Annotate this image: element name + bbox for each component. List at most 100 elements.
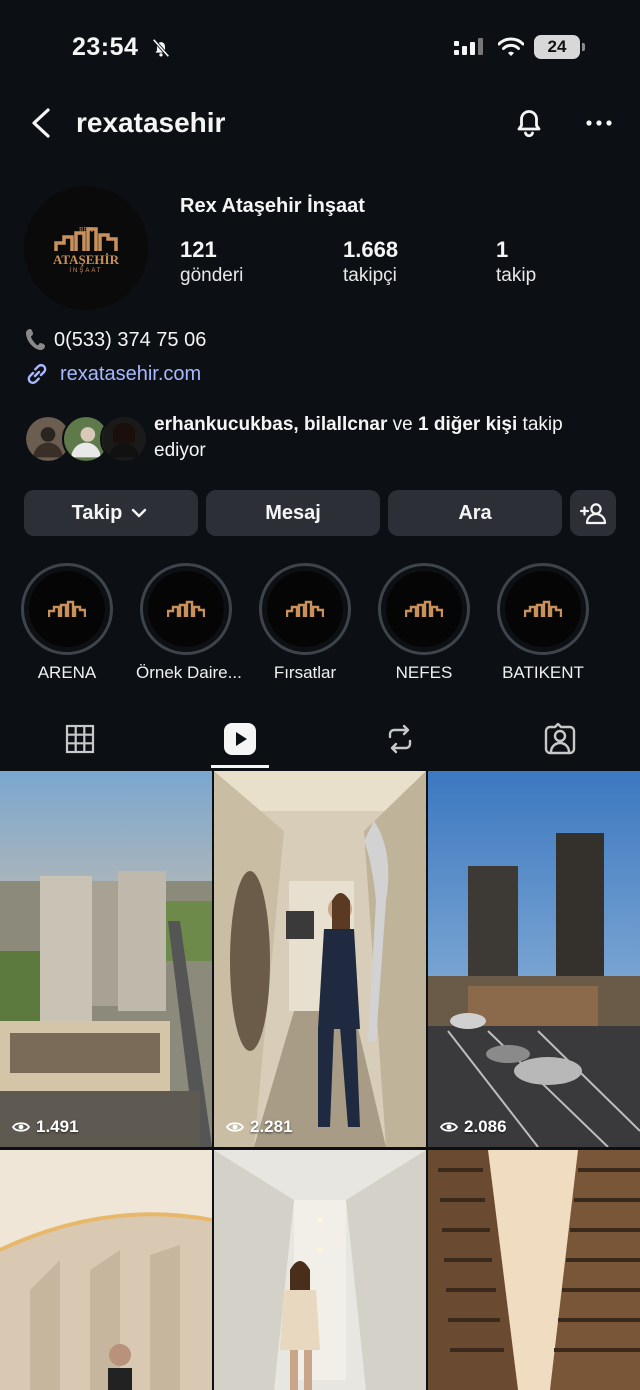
back-arrow-icon[interactable]	[24, 104, 58, 142]
reel-view-count: 1.491	[12, 1117, 79, 1137]
view-count-text: 1.491	[36, 1117, 79, 1136]
building-logo-icon	[405, 600, 443, 617]
highlight-ring	[378, 563, 470, 655]
profile-username: rexatasehir	[76, 107, 226, 138]
repost-icon	[388, 724, 412, 754]
tagged-person-icon	[544, 722, 576, 755]
view-count-text: 2.281	[250, 1117, 293, 1136]
highlight-ring	[21, 563, 113, 655]
thumbnail-towers-parking	[428, 771, 640, 1147]
bio-phone[interactable]: 0(533) 374 75 06	[24, 327, 206, 353]
highlight-label: NEFES	[395, 663, 453, 682]
follow-button[interactable]: Takip	[24, 490, 198, 536]
logo-sub-text: İNŞAAT	[69, 267, 103, 274]
tab-reposts[interactable]	[370, 716, 430, 762]
follower-avatar	[100, 415, 148, 463]
cellular-signal-icon	[454, 38, 483, 55]
suggested-people-button[interactable]	[570, 490, 616, 536]
stat-followers-value: 1.668	[343, 237, 399, 262]
battery-indicator: 24	[534, 35, 585, 59]
highlight-cover	[29, 571, 105, 647]
reel-view-count: 2.281	[226, 1117, 293, 1137]
reel-thumbnail[interactable]: 2.281	[214, 771, 426, 1147]
reel-thumbnail[interactable]: 2.086	[428, 771, 640, 1147]
thumbnail-towers-below	[428, 1150, 640, 1390]
view-eye-icon	[440, 1122, 458, 1132]
status-bar: 23:54 24	[0, 0, 640, 96]
tab-posts-grid[interactable]	[50, 716, 110, 762]
highlight-label: ARENA	[37, 663, 97, 682]
thumbnail-interior-hallway	[214, 771, 426, 1147]
grid-icon	[65, 724, 95, 754]
highlight-label: BATIKENT	[502, 663, 584, 682]
reels-icon	[224, 723, 256, 755]
highlight-label: Fırsatlar	[273, 663, 337, 682]
view-eye-icon	[226, 1122, 244, 1132]
link-icon	[27, 363, 47, 385]
silent-mode-icon	[152, 38, 170, 58]
logo-brand-text: REX	[79, 226, 93, 234]
story-highlight[interactable]: BATIKENT	[493, 563, 593, 683]
highlight-cover	[505, 571, 581, 647]
story-highlight[interactable]: Örnek Daire...	[136, 563, 242, 683]
more-options-icon[interactable]	[582, 104, 616, 142]
mutual-connector: ve	[387, 414, 418, 435]
building-logo-icon	[524, 600, 562, 617]
active-tab-indicator	[211, 765, 269, 768]
stat-followers-label: takipçi	[343, 265, 397, 286]
highlight-cover	[148, 571, 224, 647]
building-logo-icon: REX	[54, 226, 118, 251]
call-button[interactable]: Ara	[388, 490, 562, 536]
status-time: 23:54	[72, 33, 139, 61]
stat-following-value: 1	[496, 237, 509, 262]
building-logo-icon	[286, 600, 324, 617]
story-highlight[interactable]: NEFES	[374, 563, 474, 683]
view-count-text: 2.086	[464, 1117, 507, 1136]
highlight-cover	[386, 571, 462, 647]
follow-button-label: Takip	[71, 501, 123, 524]
reel-thumbnail[interactable]	[214, 1150, 426, 1390]
thumbnail-aerial-towers	[0, 771, 212, 1147]
tab-reels[interactable]	[210, 716, 270, 762]
add-person-icon	[579, 503, 607, 525]
telephone-icon	[26, 329, 45, 350]
reel-view-count: 2.086	[440, 1117, 507, 1137]
bio-website-link[interactable]: rexatasehir.com	[24, 361, 201, 387]
highlight-ring	[259, 563, 351, 655]
highlight-ring	[140, 563, 232, 655]
website-url: rexatasehir.com	[60, 362, 202, 385]
phone-number: 0(533) 374 75 06	[54, 328, 207, 351]
message-button[interactable]: Mesaj	[206, 490, 380, 536]
view-eye-icon	[12, 1122, 30, 1132]
highlight-ring	[497, 563, 589, 655]
mutual-followers-text[interactable]: erhankucukbas, bilallcnar ve 1 diğer kiş…	[154, 412, 614, 464]
wifi-icon	[498, 37, 524, 56]
notification-bell-icon[interactable]	[510, 103, 548, 141]
mutual-others: 1 diğer kişi	[418, 414, 518, 435]
call-button-label: Ara	[458, 501, 492, 524]
mutual-follower-names: erhankucukbas, bilallcnar	[154, 414, 388, 435]
story-highlight[interactable]: Fırsatlar	[255, 563, 355, 683]
thumbnail-white-hallway	[214, 1150, 426, 1390]
profile-screen: 23:54 24 rexatasehir REX ATAŞEHİR İNŞAAT…	[0, 0, 640, 1390]
highlight-cover	[267, 571, 343, 647]
highlight-label: Örnek Daire...	[136, 663, 242, 682]
stat-posts-label: gönderi	[180, 265, 244, 286]
chevron-down-icon	[132, 508, 147, 518]
profile-avatar[interactable]: REX ATAŞEHİR İNŞAAT	[24, 186, 148, 310]
reel-thumbnail[interactable]	[428, 1150, 640, 1390]
stat-followers[interactable]: 1.668 takipçi	[343, 237, 398, 289]
building-logo-icon	[48, 600, 86, 617]
story-highlight[interactable]: ARENA	[17, 563, 117, 683]
message-button-label: Mesaj	[265, 501, 321, 524]
reel-thumbnail[interactable]: 1.491	[0, 771, 212, 1147]
stat-posts[interactable]: 121 gönderi	[180, 237, 243, 289]
building-logo-icon	[167, 600, 205, 617]
logo-name-text: ATAŞEHİR	[53, 251, 119, 267]
stat-following[interactable]: 1 takip	[496, 237, 536, 289]
profile-full-name: Rex Ataşehir İnşaat	[180, 195, 365, 217]
reel-thumbnail[interactable]	[0, 1150, 212, 1390]
stat-posts-value: 121	[180, 237, 217, 262]
tab-tagged[interactable]	[530, 716, 590, 762]
thumbnail-interior-wall	[0, 1150, 212, 1390]
